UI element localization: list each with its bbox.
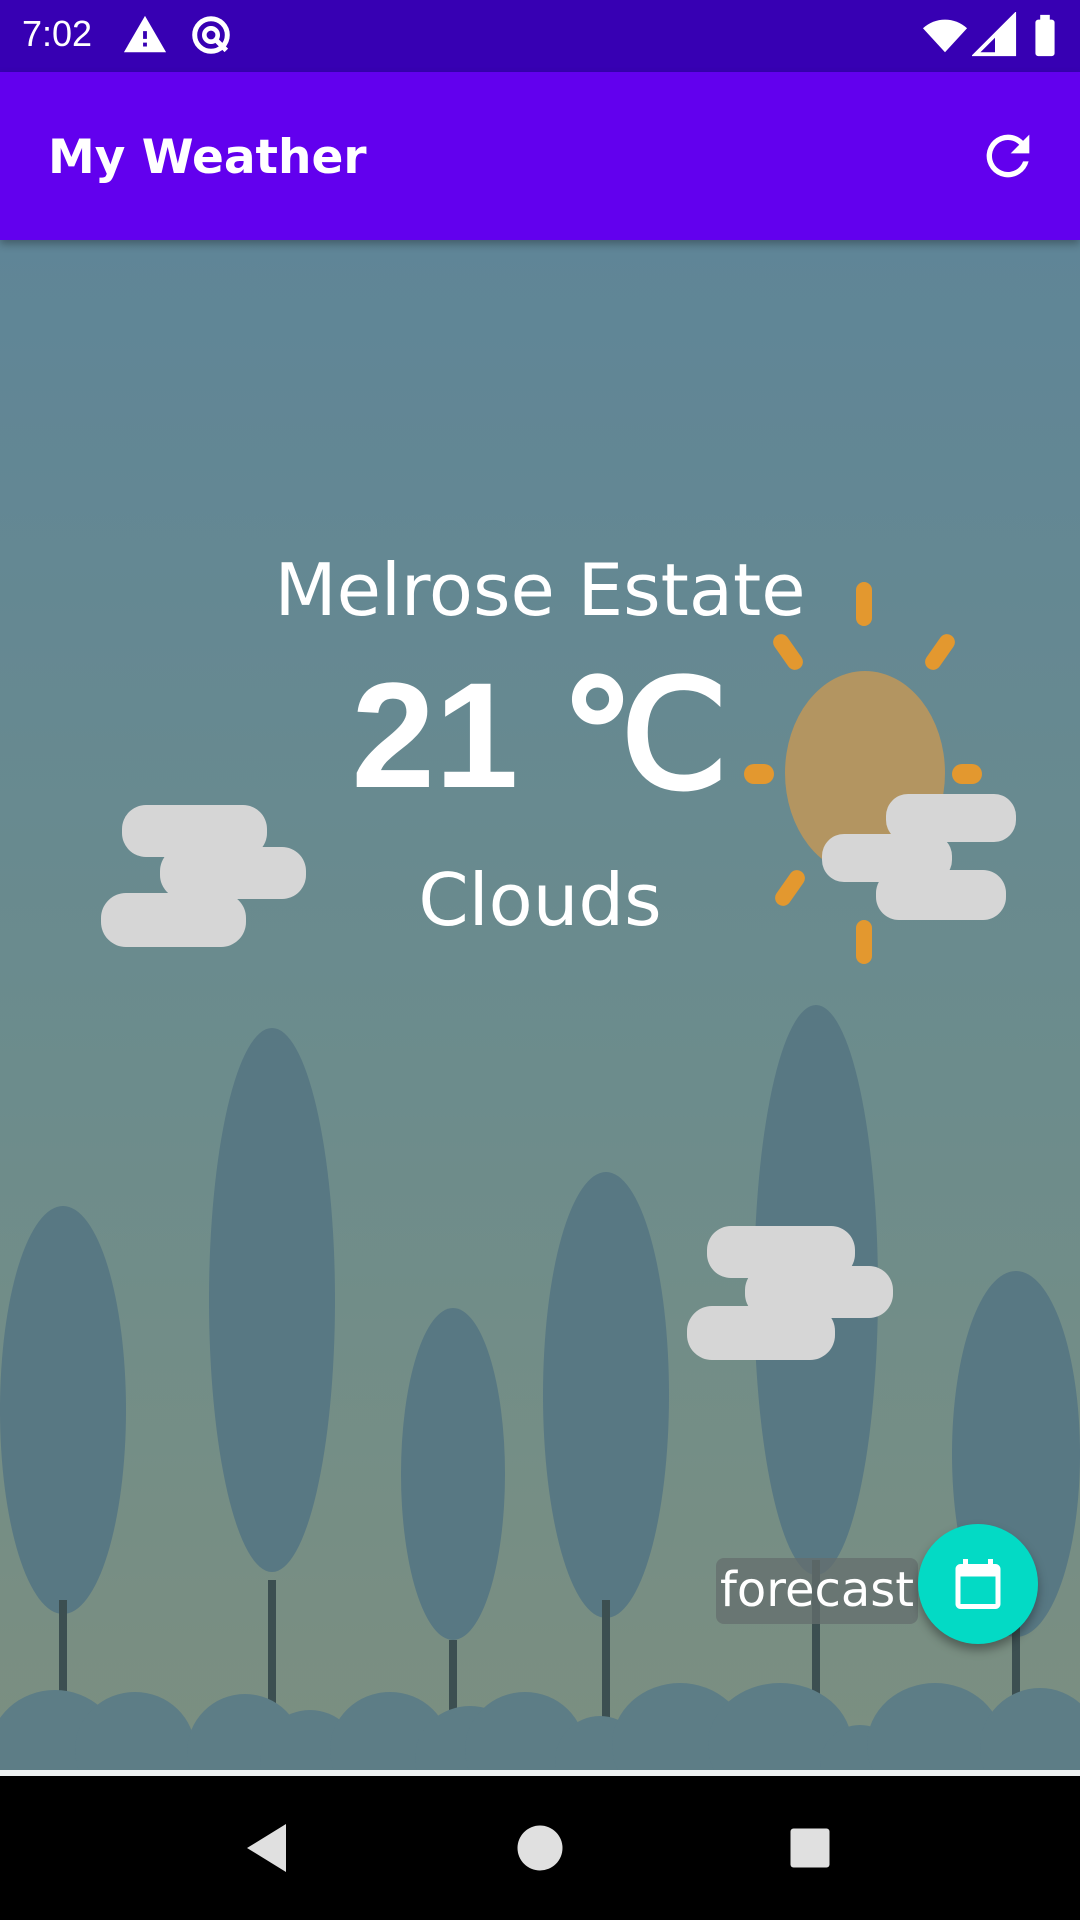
calendar-icon xyxy=(955,1559,1001,1609)
status-time: 7:02 xyxy=(22,13,93,54)
battery-icon xyxy=(1035,14,1055,57)
bushes xyxy=(0,1683,1080,1776)
home-button[interactable] xyxy=(504,1812,576,1884)
back-button[interactable] xyxy=(232,1812,304,1884)
refresh-icon xyxy=(986,134,1030,178)
app-title: My Weather xyxy=(48,130,367,185)
weather-background: Melrose Estate 21 ℃ Clouds forecast xyxy=(0,240,1080,1776)
app-bar: My Weather xyxy=(0,72,1080,240)
warning-icon xyxy=(123,15,167,53)
location-name: Melrose Estate xyxy=(274,548,806,632)
data-saver-icon xyxy=(192,16,230,54)
cell-signal-icon xyxy=(972,12,1017,57)
trees xyxy=(0,1005,1080,1640)
weather-condition: Clouds xyxy=(418,858,662,942)
wifi-icon xyxy=(922,19,968,53)
recents-button[interactable] xyxy=(774,1812,846,1884)
home-icon xyxy=(517,1825,563,1871)
status-bar: 7:02 xyxy=(0,0,1080,72)
forecast-label[interactable]: forecast xyxy=(716,1558,919,1624)
refresh-button[interactable] xyxy=(976,124,1040,188)
navigation-bar xyxy=(0,1776,1080,1920)
forecast-button[interactable] xyxy=(918,1524,1038,1644)
back-icon xyxy=(247,1824,286,1872)
weather-illustration xyxy=(0,582,1080,1776)
temperature-value: 21 ℃ xyxy=(351,651,729,819)
recents-icon xyxy=(790,1828,830,1868)
